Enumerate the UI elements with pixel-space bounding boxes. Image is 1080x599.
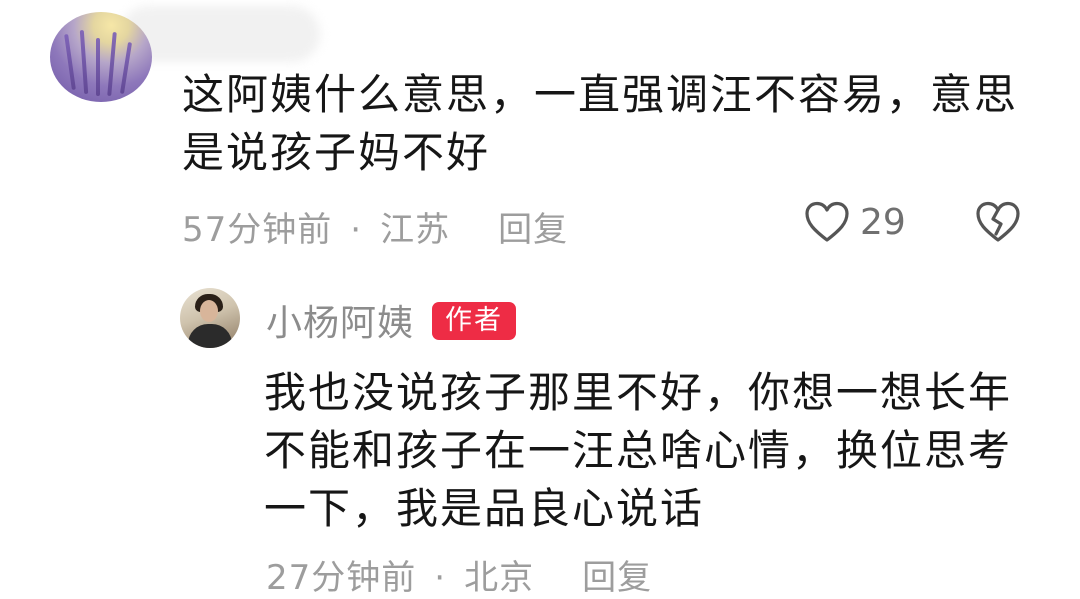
avatar-body — [188, 324, 232, 348]
reply-button[interactable]: 回复 — [498, 210, 568, 250]
reply-location: 北京 — [464, 558, 535, 598]
meta-separator: · — [434, 558, 447, 598]
comment-time: 57分钟前 — [182, 210, 333, 250]
author-badge: 作者 — [432, 302, 516, 340]
comment-location: 江苏 — [380, 210, 451, 250]
meta-separator: · — [350, 210, 363, 250]
reply-author-name[interactable]: 小杨阿姨 — [266, 294, 414, 346]
reply-avatar[interactable] — [180, 288, 240, 348]
comment-meta: 57分钟前 · 江苏 回复 — [182, 202, 568, 251]
lavender-stalk — [119, 42, 133, 94]
avatar[interactable] — [50, 12, 152, 102]
reply-text: 我也没说孩子那里不好，你想一想长年不能和孩子在一汪总啥心情，换位思考一下，我是品… — [264, 368, 1013, 533]
lavender-stalk — [107, 31, 117, 97]
lavender-stalk — [96, 38, 100, 96]
avatar-face — [200, 300, 218, 322]
lavender-stalk — [64, 33, 76, 91]
reply-meta: 27分钟前 · 北京 回复 — [266, 550, 652, 599]
like-count: 29 — [860, 202, 906, 243]
reply-button[interactable]: 回复 — [582, 558, 652, 598]
heart-outline-icon[interactable] — [804, 200, 850, 244]
comment-text: 这阿姨什么意思，一直强调汪不容易，意思是说孩子妈不好 — [182, 70, 1019, 177]
reply-time: 27分钟前 — [266, 558, 417, 598]
broken-heart-icon[interactable] — [974, 200, 1022, 244]
lavender-stalk — [79, 29, 89, 95]
